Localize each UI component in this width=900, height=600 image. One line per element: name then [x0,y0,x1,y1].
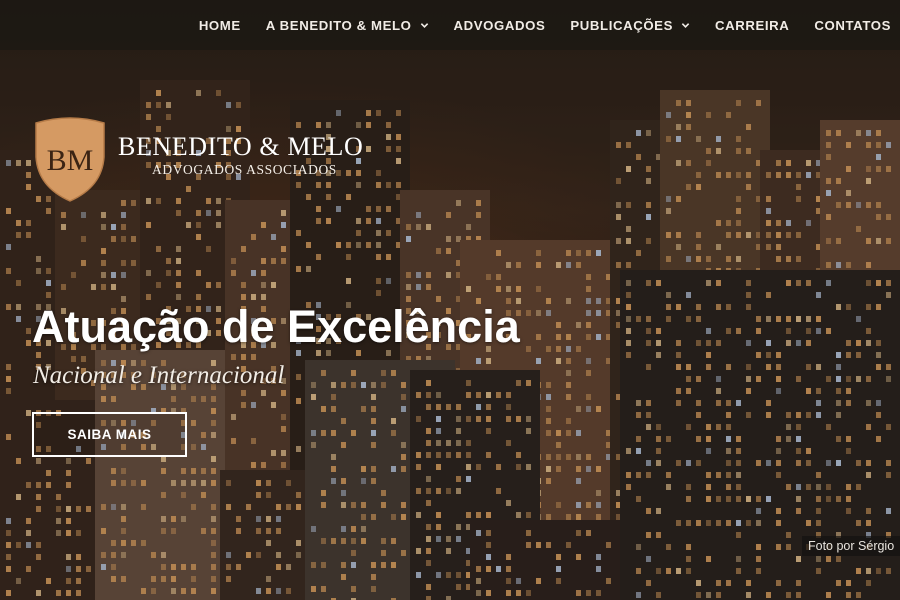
site-logo[interactable]: BM BENEDITO & MELO ADVOGADOS ASSOCIADOS [30,115,363,203]
nav-item-contacts[interactable]: CONTATOS [814,18,891,33]
nav-item-about[interactable]: A BENEDITO & MELO [266,18,429,33]
nav-item-careers[interactable]: CARREIRA [715,18,789,33]
nav-item-home[interactable]: HOME [199,18,241,33]
photo-credit: Foto por Sérgio [802,536,900,556]
nav-item-label: CARREIRA [714,17,790,33]
logo-monogram: BM [47,144,94,177]
hero-title: Atuação de Excelência [32,301,520,352]
logo-name: BENEDITO & MELO [118,132,364,161]
nav-item-label: PUBLICAÇÕES [570,17,673,33]
nav-item-label: ADVOGADOS [453,17,546,33]
nav-item-label: HOME [198,17,241,33]
nav-item-label: CONTATOS [814,17,891,33]
crest-shield-icon: BM [35,117,105,202]
main-navigation: HOME A BENEDITO & MELO ADVOGADOS PUBLICA… [0,0,900,50]
chevron-down-icon [420,22,428,28]
nav-item-lawyers[interactable]: ADVOGADOS [454,18,546,33]
hero-subtitle: Nacional e Internacional [33,362,285,389]
logo-subtitle: ADVOGADOS ASSOCIADOS [152,162,337,177]
nav-item-publications[interactable]: PUBLICAÇÕES [570,18,690,33]
chevron-down-icon [681,22,690,28]
nav-item-label: A BENEDITO & MELO [265,17,412,33]
learn-more-button[interactable]: SAIBA MAIS [32,412,187,457]
